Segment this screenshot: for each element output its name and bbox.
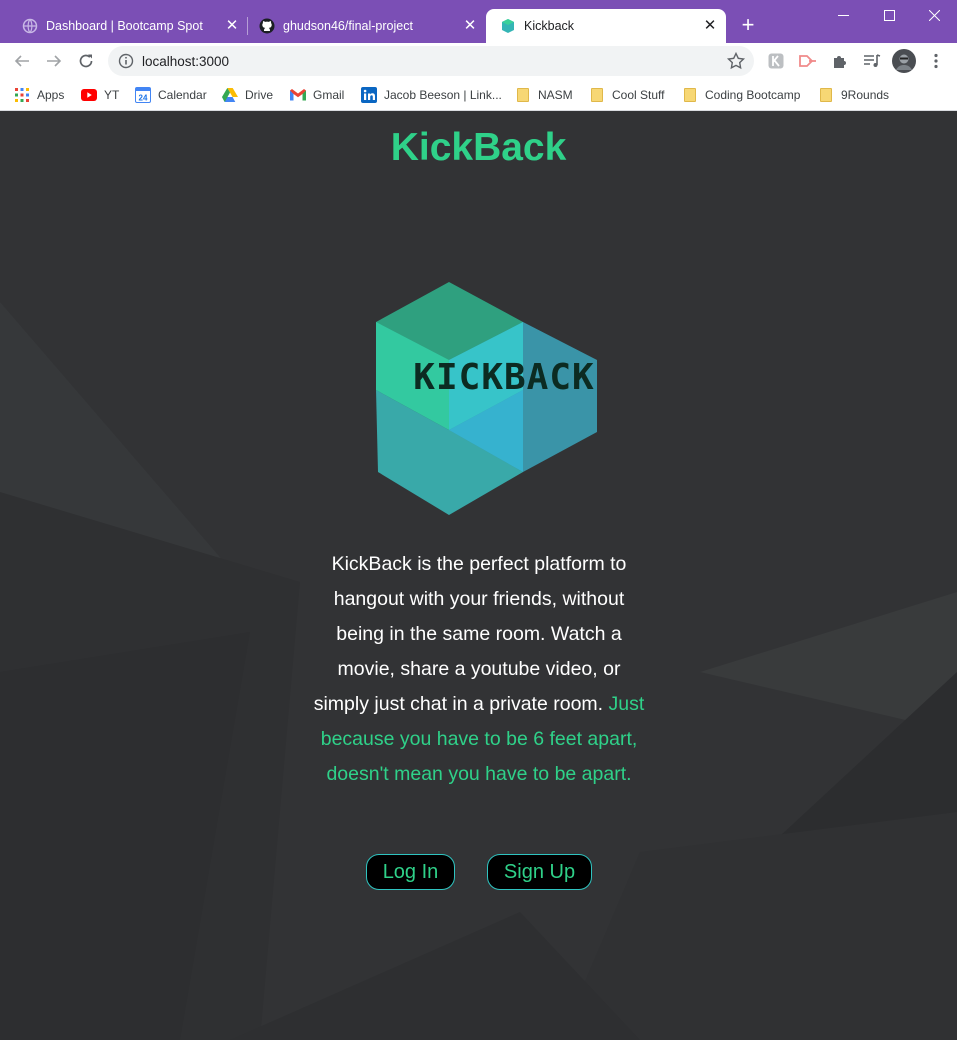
forward-button[interactable] (42, 49, 66, 73)
bookmark-label: 9Rounds (841, 88, 890, 102)
bookmark-linkedin[interactable]: Jacob Beeson | Link... (361, 85, 502, 105)
new-tab-button[interactable]: + (737, 14, 759, 36)
back-button[interactable] (10, 49, 34, 73)
apps-grid-icon (14, 87, 30, 103)
bookmark-coding-bootcamp[interactable]: Coding Bootcamp (682, 85, 800, 105)
close-tab-icon[interactable]: ✕ (702, 18, 718, 34)
media-queue-icon[interactable] (862, 51, 882, 71)
globe-icon (22, 18, 38, 34)
kickback-logo: KICKBACK (376, 282, 597, 515)
intro-paragraph: KickBack is the perfect platform to hang… (312, 547, 646, 792)
tab-title: ghudson46/final-project (283, 19, 413, 33)
folder-icon (589, 87, 605, 103)
bookmark-label: Jacob Beeson | Link... (384, 88, 502, 102)
close-tab-icon[interactable]: ✕ (224, 18, 240, 34)
url-text[interactable]: localhost:3000 (142, 54, 229, 69)
kickback-landing-page: KickBack KICKBACK KickBack is the perfec… (0, 112, 957, 1040)
folder-icon (682, 87, 698, 103)
folder-icon (818, 87, 834, 103)
bookmark-label: Apps (37, 88, 65, 102)
signup-button[interactable]: Sign Up (487, 854, 592, 890)
extensions-puzzle-icon[interactable] (830, 51, 850, 71)
github-icon (259, 18, 275, 34)
address-bar[interactable]: localhost:3000 (108, 46, 754, 76)
kickback-favicon (500, 18, 516, 34)
bookmark-calendar[interactable]: 24 Calendar (135, 85, 207, 105)
profile-avatar[interactable] (892, 49, 916, 73)
login-button[interactable]: Log In (366, 854, 455, 890)
forward-arrow-icon (47, 55, 62, 67)
bookmark-drive[interactable]: Drive (222, 85, 273, 105)
folder-icon (515, 87, 531, 103)
tab-strip: Dashboard | Bootcamp Spot ✕ ghudson46/fi… (0, 0, 957, 43)
maximize-button[interactable] (866, 0, 912, 30)
bookmarks-bar: Apps YT 24 Calendar Drive Gmail Jacob Be… (0, 79, 957, 111)
bookmark-gmail[interactable]: Gmail (290, 85, 344, 105)
tab-bootcamp-spot[interactable]: Dashboard | Bootcamp Spot ✕ (8, 9, 248, 43)
bookmark-label: Drive (245, 88, 274, 102)
bookmark-9rounds[interactable]: 9Rounds (818, 85, 889, 105)
browser-menu-icon[interactable] (926, 51, 946, 71)
bookmark-label: Calendar (158, 88, 207, 102)
tab-github[interactable]: ghudson46/final-project ✕ (248, 9, 486, 43)
reload-button[interactable] (74, 49, 98, 73)
logo-wordmark: KICKBACK (413, 357, 594, 398)
intro-text: KickBack is the perfect platform to hang… (313, 553, 627, 715)
close-tab-icon[interactable]: ✕ (462, 18, 478, 34)
bookmark-label: NASM (538, 88, 573, 102)
back-arrow-icon (14, 55, 29, 67)
bookmark-label: Cool Stuff (612, 88, 665, 102)
calendar-icon: 24 (135, 87, 151, 103)
site-info-icon[interactable] (118, 53, 134, 69)
bookmark-apps[interactable]: Apps (14, 85, 64, 105)
bookmark-label: Gmail (313, 88, 345, 102)
reload-icon (79, 54, 93, 68)
bookmark-label: YT (104, 88, 120, 102)
bookmark-cool-stuff[interactable]: Cool Stuff (589, 85, 664, 105)
tab-kickback[interactable]: Kickback ✕ (486, 9, 726, 43)
bookmark-label: Coding Bootcamp (705, 88, 801, 102)
close-window-button[interactable] (911, 0, 957, 30)
gmail-icon (290, 87, 306, 103)
linkedin-icon (361, 87, 377, 103)
extension-k-icon[interactable] (766, 51, 786, 71)
drive-icon (222, 87, 238, 103)
tab-title: Kickback (524, 19, 575, 33)
bookmark-yt[interactable]: YT (81, 85, 119, 105)
bookmark-star-icon[interactable] (726, 51, 746, 71)
tab-title: Dashboard | Bootcamp Spot (46, 19, 203, 33)
youtube-icon (81, 87, 97, 103)
browser-toolbar: localhost:3000 (0, 43, 957, 79)
extension-cast-icon[interactable] (798, 51, 818, 71)
minimize-button[interactable] (820, 0, 866, 30)
bookmark-nasm[interactable]: NASM (515, 85, 573, 105)
svg-text:24: 24 (139, 94, 148, 103)
brand-title: KickBack (390, 126, 567, 169)
